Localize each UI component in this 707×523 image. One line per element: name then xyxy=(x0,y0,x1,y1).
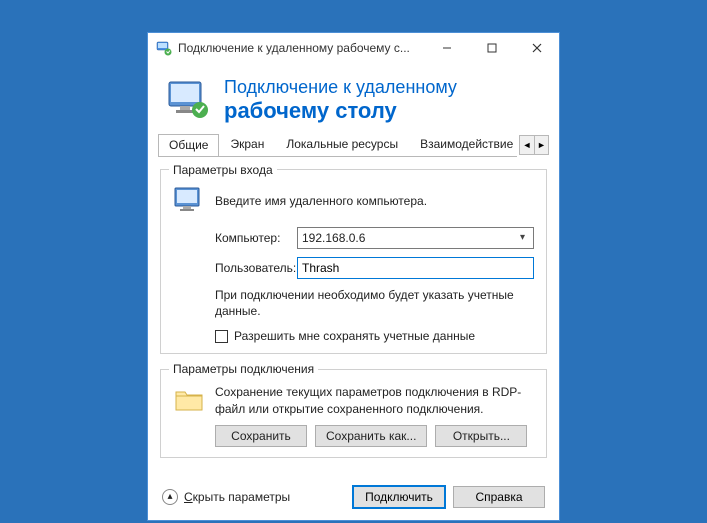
maximize-button[interactable] xyxy=(469,33,514,63)
save-credentials-checkbox[interactable] xyxy=(215,330,228,343)
dialog-footer: ▴ Скрыть параметры Подключить Справка xyxy=(148,476,559,520)
chevron-up-icon: ▴ xyxy=(162,489,178,505)
rdp-window: Подключение к удаленному рабочему с... П… xyxy=(147,32,560,521)
app-icon xyxy=(156,40,172,56)
computer-value: 192.168.0.6 xyxy=(302,231,516,245)
computer-label: Компьютер: xyxy=(215,231,297,245)
tabs-scroll-right[interactable]: ► xyxy=(534,136,548,154)
computer-combobox[interactable]: 192.168.0.6 ▾ xyxy=(297,227,534,249)
monitor-small-icon xyxy=(173,185,205,217)
login-legend: Параметры входа xyxy=(169,163,277,177)
monitor-icon xyxy=(166,78,210,122)
connection-group: Параметры подключения Сохранение текущих… xyxy=(160,362,547,457)
tab-local-resources[interactable]: Локальные ресурсы xyxy=(275,133,409,156)
save-as-button[interactable]: Сохранить как... xyxy=(315,425,427,447)
tab-experience[interactable]: Взаимодействие xyxy=(409,133,517,156)
connection-legend: Параметры подключения xyxy=(169,362,318,376)
hide-options-button[interactable]: ▴ Скрыть параметры xyxy=(162,489,345,505)
header-title-1: Подключение к удаленному xyxy=(224,77,457,98)
credentials-note: При подключении необходимо будет указать… xyxy=(173,287,534,319)
titlebar-text: Подключение к удаленному рабочему с... xyxy=(178,41,424,55)
save-credentials-label: Разрешить мне сохранять учетные данные xyxy=(234,329,475,343)
folder-icon xyxy=(173,384,205,416)
save-button[interactable]: Сохранить xyxy=(215,425,307,447)
minimize-button[interactable] xyxy=(424,33,469,63)
hide-options-label: Скрыть параметры xyxy=(184,490,290,504)
tabs-scroll: ◄ ► xyxy=(519,135,549,155)
close-button[interactable] xyxy=(514,33,559,63)
dialog-header: Подключение к удаленному рабочему столу xyxy=(148,63,559,133)
tab-display[interactable]: Экран xyxy=(219,133,275,156)
header-title-2: рабочему столу xyxy=(224,98,457,123)
connect-button[interactable]: Подключить xyxy=(353,486,445,508)
username-input[interactable] xyxy=(297,257,534,279)
tabs-bar: Общие Экран Локальные ресурсы Взаимодейс… xyxy=(148,133,559,157)
login-intro: Введите имя удаленного компьютера. xyxy=(215,194,427,208)
user-label: Пользователь: xyxy=(215,261,297,275)
titlebar[interactable]: Подключение к удаленному рабочему с... xyxy=(148,33,559,63)
connection-desc: Сохранение текущих параметров подключени… xyxy=(215,384,534,416)
tabs-scroll-left[interactable]: ◄ xyxy=(520,136,534,154)
login-group: Параметры входа Введите имя удаленного к… xyxy=(160,163,547,354)
open-button[interactable]: Открыть... xyxy=(435,425,527,447)
chevron-down-icon: ▾ xyxy=(516,232,529,243)
tab-general[interactable]: Общие xyxy=(158,134,219,157)
help-button[interactable]: Справка xyxy=(453,486,545,508)
